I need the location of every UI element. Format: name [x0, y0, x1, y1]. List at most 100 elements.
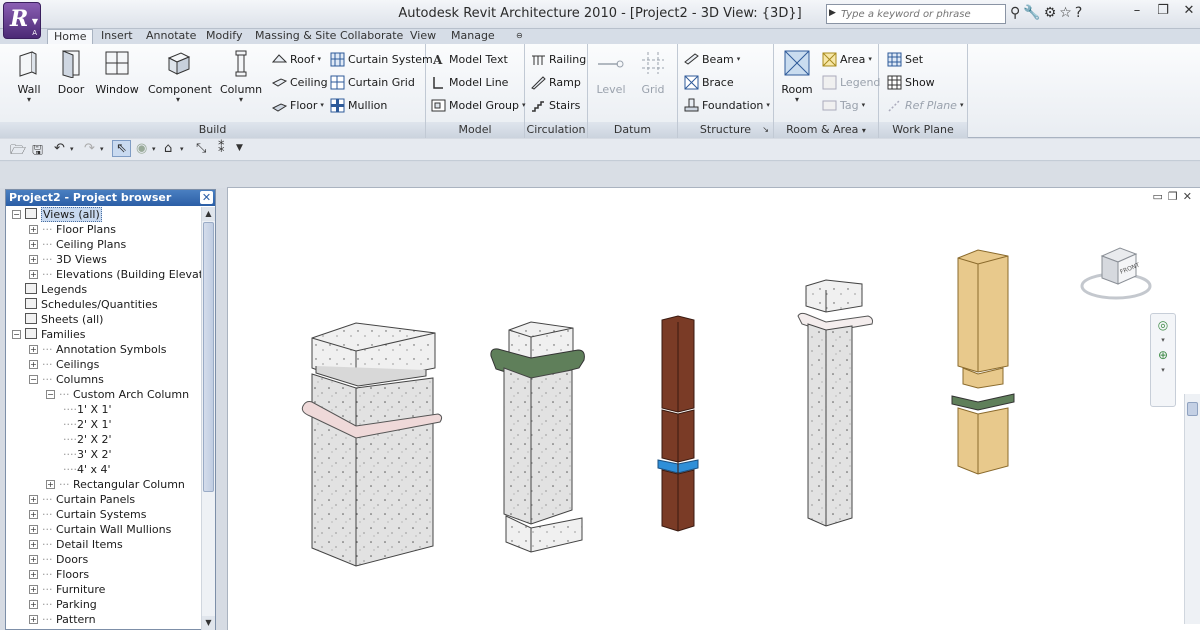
- tree-item[interactable]: − ··· Columns: [29, 372, 104, 387]
- expand-icon[interactable]: +: [29, 510, 38, 519]
- 3d-view-window[interactable]: ▭ ❐ ✕ FRONT ◎ ▾ ⊕ ▾: [227, 187, 1200, 630]
- expand-icon[interactable]: +: [29, 570, 38, 579]
- chevron-down-icon[interactable]: ▾: [70, 145, 74, 153]
- search-input[interactable]: [841, 6, 1003, 22]
- column-button[interactable]: Column ▾: [220, 48, 262, 104]
- tree-item[interactable]: − ··· Custom Arch Column: [46, 387, 189, 402]
- tree-item[interactable]: + ··· Elevations (Building Elevation): [29, 267, 202, 282]
- tree-item[interactable]: + ··· Doors: [29, 552, 88, 567]
- tab-insert[interactable]: Insert: [101, 29, 133, 44]
- favorites-star-icon[interactable]: ☆: [1059, 4, 1072, 22]
- subscription-key-icon[interactable]: 🔧: [1023, 4, 1040, 22]
- tree-item[interactable]: Sheets (all): [12, 312, 103, 327]
- tag-button[interactable]: Tag ▾: [822, 95, 865, 115]
- tree-item[interactable]: + ··· Pattern: [29, 612, 96, 627]
- tree-item[interactable]: + ··· Curtain Wall Mullions: [29, 522, 171, 537]
- help-icon[interactable]: ?: [1075, 4, 1082, 22]
- tree-item[interactable]: + ··· Curtain Systems: [29, 507, 147, 522]
- tab-view[interactable]: View: [410, 29, 436, 44]
- chevron-down-icon[interactable]: ▾: [1151, 366, 1175, 374]
- default-3d-view-icon[interactable]: ⌂: [164, 141, 172, 156]
- close-icon[interactable]: ✕: [1183, 190, 1192, 203]
- foundation-button[interactable]: Foundation ▾: [684, 95, 770, 115]
- tree-item[interactable]: + ··· Furniture: [29, 582, 105, 597]
- close-icon[interactable]: ✕: [200, 191, 213, 204]
- roof-button[interactable]: Roof ▾: [272, 49, 321, 69]
- tree-item[interactable]: ····2' X 2': [63, 432, 112, 447]
- tree-item[interactable]: + ··· 3D Views: [29, 252, 107, 267]
- railing-button[interactable]: Railing: [531, 49, 586, 69]
- expand-icon[interactable]: +: [29, 555, 38, 564]
- collapse-icon[interactable]: −: [12, 210, 21, 219]
- tab-manage[interactable]: Manage: [451, 29, 495, 44]
- scroll-thumb[interactable]: [1187, 402, 1198, 416]
- tree-item[interactable]: + ··· Parking: [29, 597, 97, 612]
- tree-item[interactable]: + ··· Ceilings: [29, 357, 99, 372]
- tree-item[interactable]: + ··· Detail Items: [29, 537, 123, 552]
- tree-item[interactable]: − Families: [12, 327, 85, 342]
- customize-qat-icon[interactable]: ▼: [236, 143, 243, 153]
- door-button[interactable]: Door: [54, 48, 88, 96]
- minimize-icon[interactable]: ▭: [1153, 190, 1163, 203]
- steeringwheel-icon[interactable]: ◎: [1151, 318, 1175, 332]
- tree-item[interactable]: + ··· Rectangular Column: [46, 477, 185, 492]
- chevron-down-icon[interactable]: ▾: [862, 126, 866, 135]
- tab-massing-site[interactable]: Massing & Site: [255, 29, 336, 44]
- tree-item[interactable]: + ··· Ceiling Plans: [29, 237, 126, 252]
- column-model-5[interactable]: [951, 249, 1015, 475]
- model-group-button[interactable]: Model Group ▾: [431, 95, 526, 115]
- ramp-button[interactable]: Ramp: [531, 72, 581, 92]
- level-button[interactable]: Level: [594, 48, 628, 96]
- floor-button[interactable]: Floor ▾: [272, 95, 324, 115]
- area-button[interactable]: Area ▾: [822, 49, 872, 69]
- binoculars-icon[interactable]: ⚲: [1010, 4, 1020, 22]
- ribbon-minimize-toggle[interactable]: ⊖: [516, 29, 523, 44]
- model-text-button[interactable]: A Model Text: [431, 49, 508, 69]
- select-pointer-icon[interactable]: ⇖: [112, 140, 131, 157]
- open-folder-icon[interactable]: 🗁: [10, 141, 26, 163]
- model-line-button[interactable]: Model Line: [431, 72, 508, 92]
- curtain-system-button[interactable]: Curtain System: [330, 49, 433, 69]
- expand-icon[interactable]: +: [29, 540, 38, 549]
- component-button[interactable]: Component ▾: [148, 48, 212, 104]
- expand-icon[interactable]: +: [29, 615, 38, 624]
- undo-icon[interactable]: ↶: [54, 141, 65, 156]
- collapse-icon[interactable]: −: [12, 330, 21, 339]
- minimize-icon[interactable]: –: [1130, 3, 1144, 18]
- column-model-1[interactable]: [301, 322, 443, 567]
- close-icon[interactable]: ✕: [1182, 3, 1196, 18]
- legend-button[interactable]: Legend: [822, 72, 880, 92]
- ref-plane-button[interactable]: Ref Plane ▾: [887, 95, 963, 115]
- column-model-4[interactable]: [797, 279, 873, 527]
- expand-icon[interactable]: +: [29, 360, 38, 369]
- tree-item[interactable]: ····2' X 1': [63, 417, 112, 432]
- infocenter-search[interactable]: ▶: [826, 4, 1006, 24]
- chevron-down-icon[interactable]: ▾: [100, 145, 104, 153]
- tree-item[interactable]: + ··· Annotation Symbols: [29, 342, 167, 357]
- tab-modify[interactable]: Modify: [206, 29, 242, 44]
- tree-item[interactable]: ····3' X 2': [63, 447, 112, 462]
- brace-button[interactable]: Brace: [684, 72, 734, 92]
- zoom-icon[interactable]: ⊕: [1151, 348, 1175, 362]
- column-model-3[interactable]: [657, 315, 699, 532]
- dialog-launcher-icon[interactable]: ↘: [762, 122, 769, 138]
- chevron-down-icon[interactable]: ▾: [180, 145, 184, 153]
- tree-item[interactable]: + ··· Curtain Panels: [29, 492, 135, 507]
- tree-item[interactable]: ····4' x 4': [63, 462, 111, 477]
- tree-item[interactable]: + ··· Floors: [29, 567, 89, 582]
- expand-icon[interactable]: +: [29, 525, 38, 534]
- expand-icon[interactable]: +: [46, 480, 55, 489]
- tab-collaborate[interactable]: Collaborate: [340, 29, 403, 44]
- collapse-icon[interactable]: −: [46, 390, 55, 399]
- chevron-down-icon[interactable]: ▾: [152, 145, 156, 153]
- scroll-thumb[interactable]: [203, 222, 214, 492]
- tree-item[interactable]: − Views (all): [12, 207, 102, 222]
- expand-icon[interactable]: +: [29, 225, 38, 234]
- wall-button[interactable]: Wall ▾: [8, 48, 50, 104]
- scroll-down-icon[interactable]: ▼: [202, 616, 215, 630]
- communication-center-icon[interactable]: ⚙: [1044, 4, 1057, 22]
- set-button[interactable]: Set: [887, 49, 923, 69]
- application-menu-button[interactable]: R A ▼: [3, 2, 41, 39]
- tab-annotate[interactable]: Annotate: [146, 29, 196, 44]
- grid-button[interactable]: Grid: [636, 48, 670, 96]
